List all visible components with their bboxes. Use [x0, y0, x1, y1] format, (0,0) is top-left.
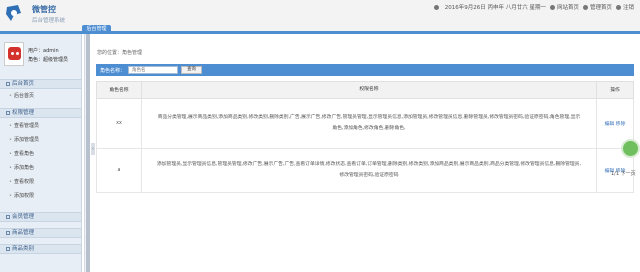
toggle-icon — [6, 110, 10, 115]
pagination[interactable]: 1/1 下一页 — [611, 170, 636, 177]
toggle-icon — [6, 214, 10, 219]
sidebar-group-home[interactable]: 后台首页 — [0, 79, 81, 89]
col-actions: 操作 — [596, 81, 634, 99]
sidebar-item-add-admin[interactable]: • 添加管理员 — [0, 135, 81, 146]
table-row: a 添加管理员,显示管理员信息,管理员管理,修改广告,展示广告,广告,查看订单详… — [96, 147, 634, 193]
admin-home-link[interactable]: 管理首页 — [582, 3, 612, 11]
roles-table: 角色名称 权限名称 操作 xx 商品分类管理,展示商品类别,添加商品类别,修改类… — [96, 81, 634, 193]
table-row: xx 商品分类管理,展示商品类别,添加商品类别,修改类别,删除类别,广告,展示广… — [96, 97, 634, 149]
toggle-icon — [6, 246, 10, 251]
sidebar-item-view-perms[interactable]: • 查看权限 — [0, 177, 81, 188]
role-name: a — [96, 147, 142, 193]
role-permissions: 商品分类管理,展示商品类别,添加商品类别,修改类别,删除类别,广告,展示广告,修… — [140, 97, 598, 149]
user-box: 用户：admin 角色：超级管理员 — [4, 42, 78, 66]
toggle-icon — [6, 81, 10, 86]
search-toolbar: 角色名称： 查询 — [96, 64, 634, 76]
clock-icon — [433, 4, 439, 10]
sidebar-group-permissions[interactable]: 权限管理 — [0, 108, 81, 118]
col-role-name: 角色名称 — [96, 81, 142, 99]
role-search-input[interactable] — [128, 66, 178, 74]
sidebar-item-view-admins[interactable]: • 查看管理员 — [0, 121, 81, 132]
col-permissions: 权限名称 — [140, 81, 598, 99]
nav-bar — [0, 31, 640, 34]
sidebar-item-add-perm[interactable]: • 添加权限 — [0, 191, 81, 202]
sidebar-group-products[interactable]: 商品管理 — [0, 228, 81, 238]
collapse-handle[interactable]: ‹ — [91, 143, 95, 155]
sidebar-item-view-roles[interactable]: • 查看角色 — [0, 149, 81, 160]
gear-icon — [582, 5, 588, 10]
user-role: 角色：超级管理员 — [28, 57, 69, 63]
home-icon — [549, 5, 555, 10]
logout-link[interactable]: 注销 — [615, 3, 634, 11]
top-info: 2016年9月26日 丙申年 八月廿六 星期一 网站首页 管理首页 注销 — [433, 3, 634, 11]
role-name: xx — [96, 97, 142, 149]
search-label: 角色名称： — [100, 68, 126, 74]
avatar — [4, 42, 24, 66]
close-icon — [615, 5, 621, 10]
sidebar-group-categories[interactable]: 商品类别 — [0, 244, 81, 254]
sidebar-item-add-role[interactable]: • 添加角色 — [0, 163, 81, 174]
sidebar: 用户：admin 角色：超级管理员 后台首页 • 后台首页 权限管理 • 查看管理员… — [0, 34, 82, 272]
scroll-thumb[interactable] — [86, 34, 90, 272]
header: 微管控 后台管理系统 2016年9月26日 丙申年 八月廿六 星期一 网站首页 … — [0, 0, 640, 34]
app-title: 微管控 — [32, 5, 56, 14]
logo-icon — [6, 5, 21, 21]
search-button[interactable]: 查询 — [181, 66, 202, 74]
app-subtitle: 后台管理系统 — [32, 18, 66, 24]
toggle-icon — [6, 230, 10, 235]
floating-service-icon[interactable] — [621, 139, 640, 158]
datetime: 2016年9月26日 丙申年 八月廿六 星期一 — [444, 5, 546, 11]
remove-link[interactable]: 移除 — [616, 122, 626, 127]
breadcrumb: 您的位置：角色管理 — [97, 50, 143, 56]
user-name: 用户：admin — [28, 48, 59, 54]
sidebar-item-home[interactable]: • 后台首页 — [0, 91, 81, 102]
sidebar-scrollbar[interactable] — [84, 34, 90, 272]
sidebar-group-members[interactable]: 会员管理 — [0, 212, 81, 222]
edit-link[interactable]: 编辑 — [605, 122, 615, 127]
site-home-link[interactable]: 网站首页 — [549, 3, 579, 11]
role-permissions: 添加管理员,显示管理员信息,管理员管理,修改广告,展示广告,广告,查看订单详情,… — [140, 147, 598, 193]
